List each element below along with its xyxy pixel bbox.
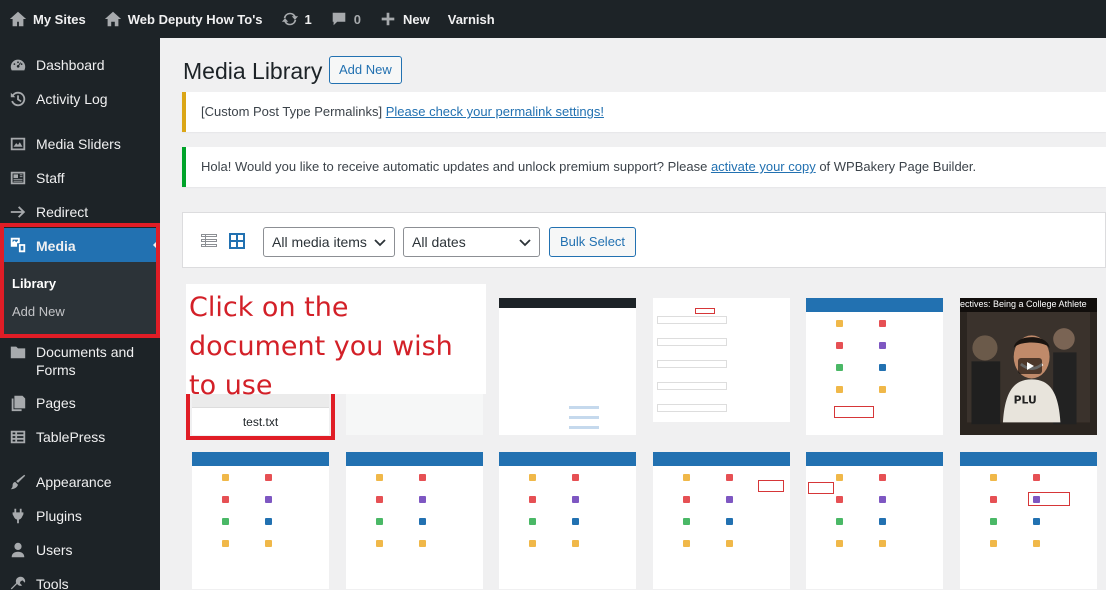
slides-icon <box>0 134 36 154</box>
sidebar-item-users[interactable]: Users <box>0 540 160 560</box>
chevron-down-icon <box>519 239 531 247</box>
sidebar-label: TablePress <box>36 429 106 445</box>
my-sites-label: My Sites <box>33 11 86 27</box>
comment-icon <box>330 10 348 28</box>
permalink-notice: [Custom Post Type Permalinks] Please che… <box>182 92 1106 132</box>
dashboard-icon <box>0 55 36 75</box>
tutorial-annotation: Click on the document you wish to use <box>186 284 486 401</box>
add-new-button[interactable]: Add New <box>329 56 402 84</box>
updates-menu[interactable]: 1 <box>272 0 321 38</box>
page-title: Media Library <box>183 58 323 84</box>
sidebar-label: Staff <box>36 170 65 186</box>
current-menu-arrow <box>153 238 160 252</box>
media-submenu: Library Add New <box>0 262 160 336</box>
attachment-screenshot[interactable] <box>499 452 636 589</box>
media-type-filter[interactable]: All media items <box>263 227 395 257</box>
media-toolbar: All media items All dates Bulk Select <box>182 212 1106 268</box>
notice-text: of WPBakery Page Builder. <box>815 159 977 174</box>
grid-view-icon[interactable] <box>227 231 247 251</box>
video-caption: ectives: Being a College Athlete <box>960 299 1087 309</box>
attachment-screenshot[interactable] <box>346 452 483 589</box>
my-sites-menu[interactable]: My Sites <box>0 0 95 38</box>
sidebar-item-appearance[interactable]: Appearance <box>0 472 160 492</box>
attachment-filename: test.txt <box>192 407 329 435</box>
site-name-menu[interactable]: Web Deputy How To's <box>95 0 272 38</box>
attachment-screenshot[interactable] <box>806 298 943 435</box>
sidebar-label: Users <box>36 542 73 558</box>
attachment-screenshot[interactable] <box>192 452 329 589</box>
sidebar-label: Redirect <box>36 204 89 220</box>
history-icon <box>0 89 36 109</box>
attachment-screenshot[interactable] <box>960 452 1097 589</box>
varnish-menu[interactable]: Varnish <box>439 0 504 38</box>
site-name-label: Web Deputy How To's <box>127 11 263 27</box>
attachment-video-thumbnail[interactable]: ectives: Being a College Athlete PLU <box>960 298 1097 435</box>
submenu-library[interactable]: Library <box>12 276 56 291</box>
attachment-screenshot[interactable] <box>653 452 790 589</box>
activate-copy-link[interactable]: activate your copy <box>711 159 816 174</box>
sidebar-item-activity-log[interactable]: Activity Log <box>0 89 160 109</box>
wpbakery-notice: Hola! Would you like to receive automati… <box>182 147 1106 187</box>
notice-text: [Custom Post Type Permalinks] <box>201 104 386 119</box>
play-icon[interactable] <box>1018 358 1042 374</box>
admin-sidebar: Dashboard Activity Log Media Sliders Sta… <box>0 38 160 590</box>
brush-icon <box>0 472 36 492</box>
sidebar-item-dashboard[interactable]: Dashboard <box>0 55 160 75</box>
attachment-screenshot[interactable] <box>806 452 943 589</box>
update-icon <box>281 10 299 28</box>
plus-icon <box>379 10 397 28</box>
sidebar-item-media-sliders[interactable]: Media Sliders <box>0 134 160 154</box>
attachment-screenshot[interactable] <box>499 298 636 435</box>
date-filter-value: All dates <box>412 234 466 250</box>
admin-bar: My Sites Web Deputy How To's 1 0 New Var… <box>0 0 1106 38</box>
varnish-label: Varnish <box>447 11 495 27</box>
table-icon <box>0 427 36 447</box>
media-icon <box>0 235 36 255</box>
attachment-screenshot[interactable] <box>653 298 790 435</box>
folder-icon <box>0 342 36 362</box>
my-sites-icon <box>9 10 27 28</box>
users-icon <box>0 540 36 560</box>
arrow-right-icon <box>0 202 36 222</box>
sidebar-label: Tools <box>36 576 69 590</box>
sidebar-label: Activity Log <box>36 91 108 107</box>
sidebar-label: Media <box>36 237 76 254</box>
permalink-settings-link[interactable]: Please check your permalink settings! <box>386 104 604 119</box>
chevron-down-icon <box>374 239 386 247</box>
submenu-add-new[interactable]: Add New <box>12 304 65 319</box>
sidebar-label: Pages <box>36 395 76 411</box>
sidebar-item-staff[interactable]: Staff <box>0 168 160 188</box>
sidebar-label: Dashboard <box>36 57 105 73</box>
sidebar-item-tablepress[interactable]: TablePress <box>0 427 160 447</box>
sidebar-label: Plugins <box>36 508 82 524</box>
new-label: New <box>403 11 430 27</box>
pages-icon <box>0 393 36 413</box>
home-icon <box>104 10 122 28</box>
sidebar-item-documents-and-forms[interactable]: Documents and Forms <box>0 342 160 379</box>
id-card-icon <box>0 168 36 188</box>
sidebar-label: Documents and Forms <box>36 344 135 378</box>
date-filter[interactable]: All dates <box>403 227 540 257</box>
notice-text: Hola! Would you like to receive automati… <box>201 159 711 174</box>
sidebar-item-pages[interactable]: Pages <box>0 393 160 413</box>
sidebar-item-redirect[interactable]: Redirect <box>0 202 160 222</box>
list-view-icon[interactable] <box>199 231 219 251</box>
updates-count: 1 <box>304 11 312 27</box>
sidebar-label: Media Sliders <box>36 136 121 152</box>
svg-text:PLU: PLU <box>1014 394 1037 407</box>
plugin-icon <box>0 506 36 526</box>
bulk-select-button[interactable]: Bulk Select <box>549 227 637 257</box>
wrench-icon <box>0 574 36 590</box>
sidebar-item-media[interactable]: Media <box>0 228 160 262</box>
sidebar-item-plugins[interactable]: Plugins <box>0 506 160 526</box>
comments-menu[interactable]: 0 <box>321 0 370 38</box>
sidebar-item-tools[interactable]: Tools <box>0 574 160 590</box>
sidebar-label: Appearance <box>36 474 112 490</box>
comments-count: 0 <box>353 11 361 27</box>
media-type-value: All media items <box>272 234 367 250</box>
new-content-menu[interactable]: New <box>370 0 439 38</box>
